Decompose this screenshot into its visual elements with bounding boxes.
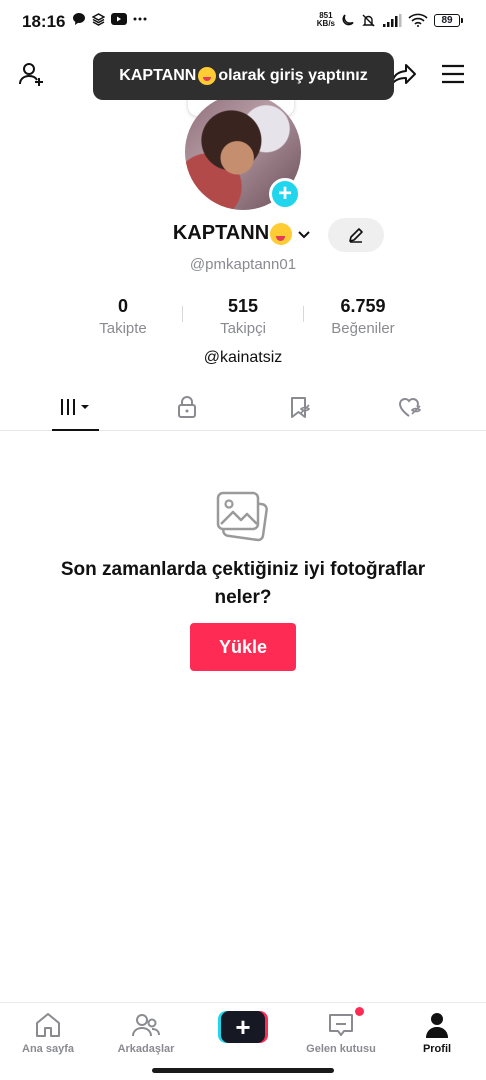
nav-home[interactable]: Ana sayfa — [3, 1011, 93, 1055]
home-icon — [36, 1013, 60, 1037]
add-story-button[interactable]: + — [269, 178, 301, 210]
followers-label: Takipçi — [220, 320, 266, 337]
tab-private[interactable] — [157, 386, 217, 428]
notification-dot — [355, 1007, 364, 1016]
likes-count: 6.759 — [340, 296, 386, 316]
hamburger-menu-icon — [442, 64, 464, 84]
username[interactable]: KAPTANN — [173, 222, 269, 245]
bottom-nav: Ana sayfa Arkadaşlar + Gelen kutusu Prof… — [0, 1002, 486, 1063]
lock-icon — [178, 396, 196, 418]
nav-inbox[interactable]: Gelen kutusu — [296, 1011, 386, 1055]
chevron-down-icon[interactable] — [295, 225, 313, 243]
nav-home-label: Ana sayfa — [22, 1043, 74, 1055]
bio[interactable]: @kainatsiz — [0, 349, 486, 367]
home-indicator[interactable] — [152, 1068, 334, 1073]
menu-button[interactable] — [437, 58, 469, 90]
chat-bubble-icon — [73, 13, 85, 25]
add-user-icon — [19, 63, 43, 86]
youtube-icon — [111, 13, 127, 25]
stat-likes[interactable]: 6.759 Beğeniler — [308, 296, 418, 337]
stat-divider — [182, 306, 183, 322]
status-time: 18:16 — [22, 12, 66, 31]
plus-icon: + — [221, 1011, 265, 1043]
battery-indicator: 89 — [434, 13, 463, 27]
nav-friends[interactable]: Arkadaşlar — [101, 1011, 191, 1055]
following-count: 0 — [117, 296, 128, 316]
add-friend-button[interactable] — [16, 58, 48, 90]
create-button[interactable]: + — [218, 1011, 268, 1043]
likes-label: Beğeniler — [331, 320, 395, 337]
more-dots-icon — [133, 17, 147, 21]
active-tab-indicator — [52, 429, 99, 431]
username-row[interactable]: KAPTANN — [0, 222, 486, 245]
upload-button[interactable]: Yükle — [190, 623, 296, 671]
nav-profile-label: Profil — [422, 1043, 452, 1055]
plus-icon: + — [277, 180, 292, 207]
friends-icon — [132, 1014, 160, 1037]
tab-videos[interactable] — [45, 386, 105, 428]
stat-divider — [303, 306, 304, 322]
toast-username: KAPTANN — [119, 67, 197, 84]
tab-favorites[interactable] — [270, 386, 330, 428]
pencil-icon — [349, 228, 363, 243]
tongue-emoji-icon — [270, 222, 293, 245]
stat-followers[interactable]: 515 Takipçi — [188, 296, 298, 337]
photos-icon — [213, 488, 271, 544]
layers-icon — [92, 12, 105, 26]
status-right-icons: 851 KB/s 89 — [317, 12, 463, 28]
login-toast: KAPTANN olarak giriş yaptınız — [93, 52, 394, 100]
heart-hidden-icon — [398, 398, 422, 417]
user-handle: @pmkaptann01 — [189, 256, 297, 273]
inbox-icon — [329, 1014, 353, 1036]
following-label: Takipte — [99, 320, 147, 337]
empty-state-message: Son zamanlarda çektiğiniz iyi fotoğrafla… — [60, 559, 426, 608]
tab-liked[interactable] — [381, 386, 441, 428]
network-speed-unit: KB/s — [316, 19, 335, 28]
wifi-icon — [408, 13, 428, 27]
nav-inbox-label: Gelen kutusu — [306, 1043, 376, 1055]
edit-profile-button[interactable] — [328, 218, 384, 252]
network-speed: 851 KB/s — [317, 12, 335, 28]
tongue-emoji-icon — [198, 67, 217, 85]
profile-icon — [426, 1013, 448, 1038]
muted-bell-icon — [362, 14, 375, 26]
followers-count: 515 — [227, 296, 259, 316]
toast-message: olarak giriş yaptınız — [218, 67, 368, 84]
stat-following[interactable]: 0 Takipte — [68, 296, 178, 337]
nav-friends-label: Arkadaşlar — [117, 1043, 175, 1055]
bookmark-hidden-icon — [291, 397, 311, 418]
grid-bars-icon — [61, 399, 89, 415]
moon-icon — [342, 14, 354, 26]
nav-profile[interactable]: Profil — [392, 1011, 482, 1055]
signal-icon — [383, 13, 402, 27]
status-notification-icons — [72, 12, 147, 26]
profile-tabbar — [0, 386, 486, 431]
